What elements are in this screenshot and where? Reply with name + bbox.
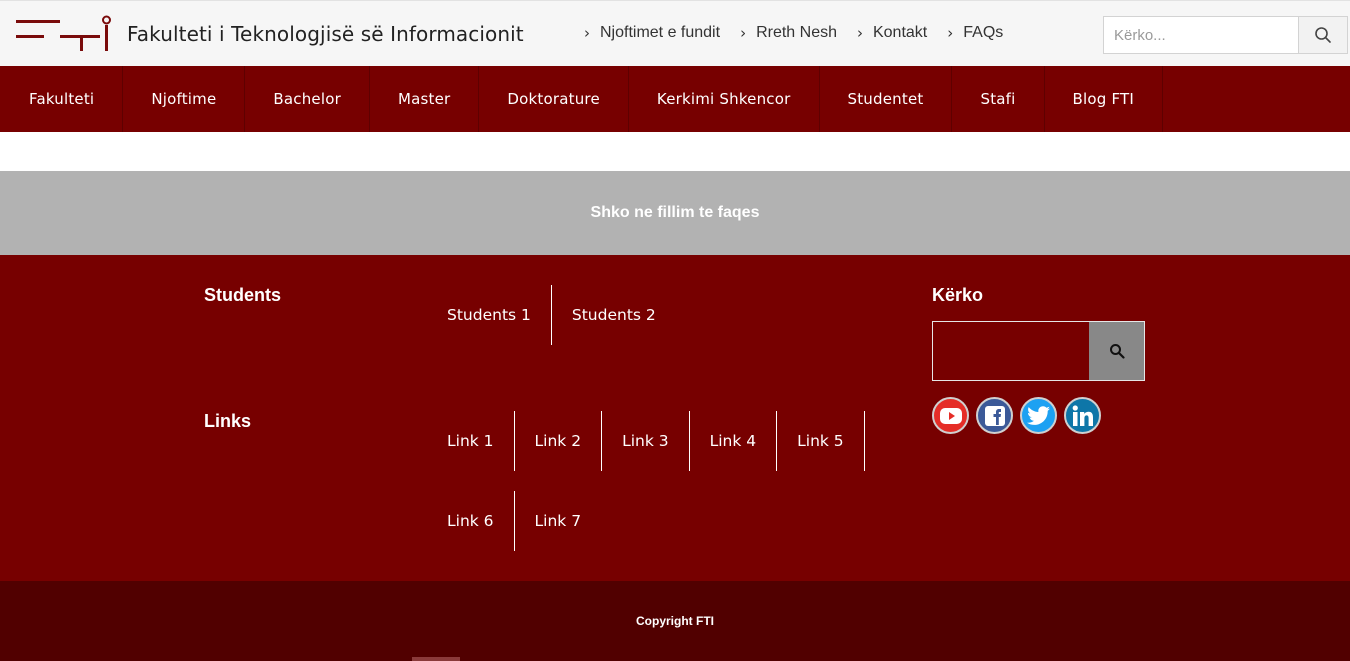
top-links: › Njoftimet e fundit › Rreth Nesh › Kont… (584, 24, 1023, 42)
nav-item-fakulteti[interactable]: Fakulteti (0, 66, 124, 132)
top-link-njoftimet[interactable]: › Njoftimet e fundit (584, 24, 720, 42)
header-search (1103, 16, 1348, 54)
nav-item-njoftime[interactable]: Njoftime (123, 66, 246, 132)
fti-logo-icon (16, 15, 111, 51)
top-link-label: FAQs (963, 24, 1004, 41)
facebook-icon[interactable] (976, 397, 1013, 434)
horizontal-scrollbar-thumb[interactable] (412, 657, 460, 661)
footer-link-students-2[interactable]: Students 2 (552, 285, 676, 345)
footer-link-7[interactable]: Link 7 (515, 491, 602, 551)
chevron-right-icon: › (856, 24, 863, 42)
site-name[interactable]: Fakulteti i Teknologjisë së Informacioni… (127, 22, 524, 46)
fti-logo[interactable] (14, 13, 114, 53)
top-link-kontakt[interactable]: › Kontakt (857, 24, 927, 42)
nav-item-blog-fti[interactable]: Blog FTI (1045, 66, 1163, 132)
footer-search-heading: Kërko (932, 285, 984, 305)
chevron-right-icon: › (947, 24, 954, 42)
footer-search-input[interactable] (933, 322, 1089, 380)
nav-item-kerkimi-shkencor[interactable]: Kerkimi Shkencor (629, 66, 820, 132)
footer-link-6[interactable]: Link 6 (427, 491, 515, 551)
footer-students-heading: Students (204, 285, 282, 305)
footer-links-heading: Links (204, 411, 252, 431)
top-link-label: Njoftimet e fundit (600, 24, 721, 41)
linkedin-icon[interactable] (1064, 397, 1101, 434)
footer-search-button[interactable] (1089, 322, 1144, 380)
footer-link-1[interactable]: Link 1 (427, 411, 515, 471)
search-input[interactable] (1104, 17, 1298, 53)
nav-item-stafi[interactable]: Stafi (952, 66, 1045, 132)
top-link-label: Kontakt (872, 24, 928, 41)
top-header: Fakulteti i Teknologjisë së Informacioni… (0, 0, 1350, 66)
copyright-text: Copyright FTI (636, 614, 714, 628)
nav-item-master[interactable]: Master (370, 66, 480, 132)
footer-links-row-2: Link 6 Link 7 (427, 491, 601, 551)
back-to-top-bar: Shko ne fillim te faqes (0, 171, 1350, 255)
footer-link-students-1[interactable]: Students 1 (427, 285, 552, 345)
search-icon (1315, 27, 1331, 43)
footer-link-4[interactable]: Link 4 (690, 411, 778, 471)
search-icon (1109, 344, 1125, 359)
chevron-right-icon: › (740, 24, 747, 42)
top-link-rreth-nesh[interactable]: › Rreth Nesh (740, 24, 837, 42)
footer: Students Students 1 Students 2 Links Lin… (0, 255, 1350, 581)
nav-item-doktorature[interactable]: Doktorature (479, 66, 629, 132)
main-nav: Fakulteti Njoftime Bachelor Master Dokto… (0, 66, 1350, 132)
twitter-icon[interactable] (1020, 397, 1057, 434)
top-link-label: Rreth Nesh (756, 24, 837, 41)
footer-link-3[interactable]: Link 3 (602, 411, 690, 471)
footer-link-5[interactable]: Link 5 (777, 411, 865, 471)
top-link-faqs[interactable]: › FAQs (947, 24, 1003, 42)
footer-students-links: Students 1 Students 2 (427, 285, 676, 345)
copyright-bar: Copyright FTI (0, 581, 1350, 661)
chevron-right-icon: › (584, 24, 590, 42)
back-to-top-link[interactable]: Shko ne fillim te faqes (591, 204, 760, 222)
search-button[interactable] (1298, 17, 1347, 53)
nav-item-studentet[interactable]: Studentet (820, 66, 953, 132)
youtube-icon[interactable] (932, 397, 969, 434)
footer-links-row-1: Link 1 Link 2 Link 3 Link 4 Link 5 (427, 411, 865, 471)
social-links (932, 397, 1101, 434)
footer-search (932, 321, 1145, 381)
nav-item-bachelor[interactable]: Bachelor (245, 66, 370, 132)
footer-link-2[interactable]: Link 2 (515, 411, 603, 471)
